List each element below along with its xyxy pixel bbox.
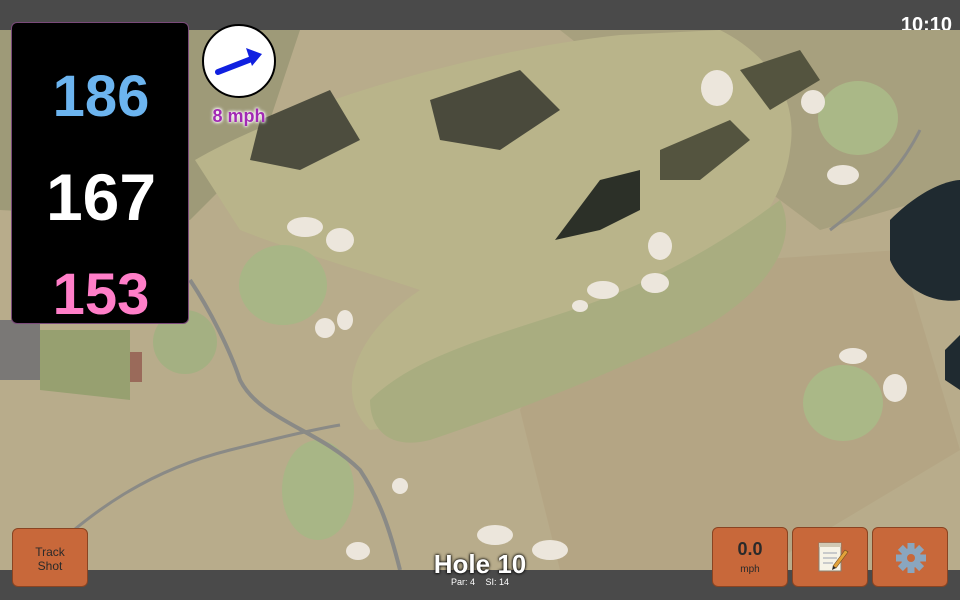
swing-speed-button[interactable]: 0.0 mph [712, 527, 788, 587]
track-shot-button[interactable]: Track Shot [12, 528, 88, 587]
hole-par: Par: 4 [450, 577, 475, 587]
wind-direction-dial[interactable] [202, 24, 276, 98]
hole-title: Hole 10 [433, 549, 527, 579]
notes-button[interactable] [792, 527, 868, 587]
wind-speed-label: 8 mph [212, 106, 266, 126]
back-distance: 186 [52, 64, 150, 129]
distance-panel: 186 167 153 [11, 22, 189, 327]
front-distance: 153 [52, 262, 150, 327]
gear-icon [896, 543, 926, 573]
track-shot-label-line1: Track [35, 545, 65, 559]
speed-value: 0.0 [737, 539, 763, 559]
notepad-icon [818, 542, 849, 572]
wind-arrow-icon [215, 48, 262, 75]
settings-button[interactable] [872, 527, 948, 587]
hole-stroke-index: SI: 14 [485, 577, 510, 587]
middle-distance: 167 [45, 160, 157, 234]
track-shot-label-line2: Shot [37, 559, 63, 573]
hole-info: Par: 4 SI: 14 [400, 577, 560, 587]
speed-unit: mph [740, 564, 760, 575]
